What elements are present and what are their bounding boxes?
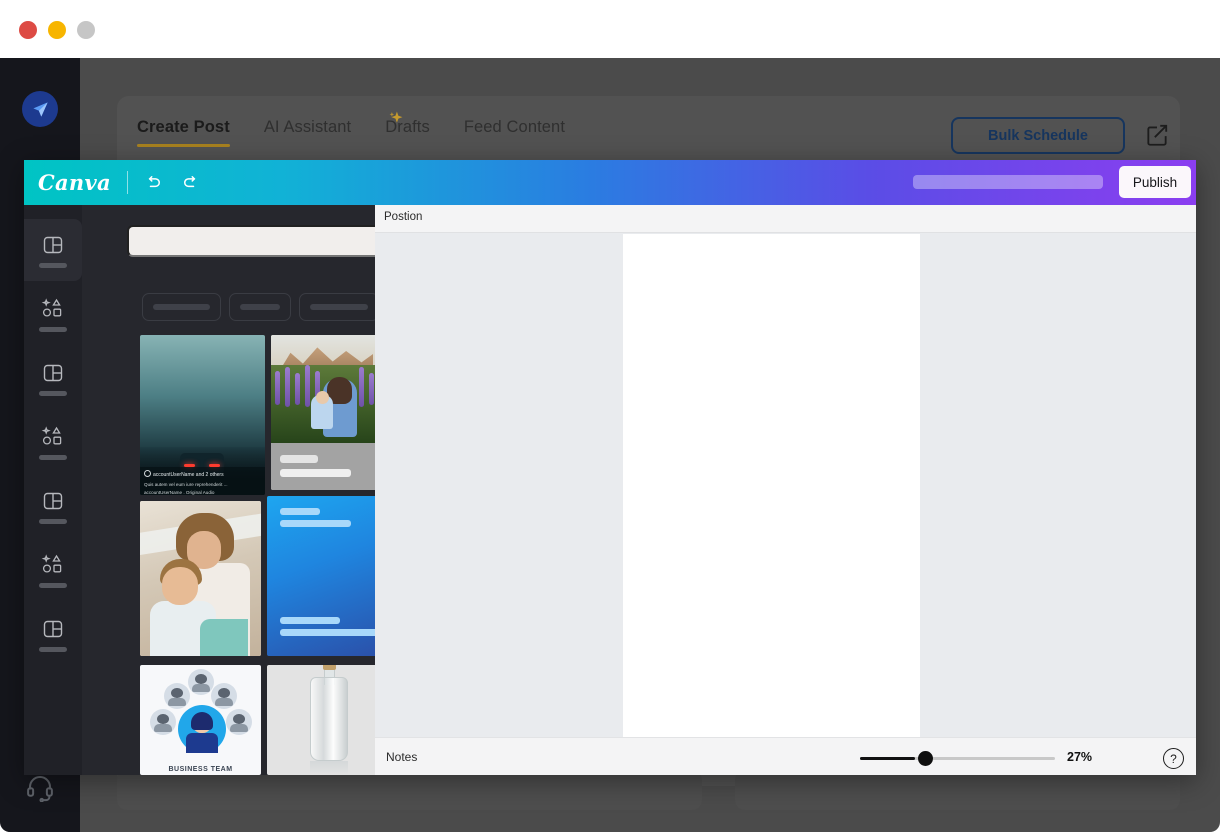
filter-chip-3[interactable] [299,293,375,321]
tab-feed-content[interactable]: Feed Content [464,118,565,147]
stage-toolbar: Postion [375,205,1196,233]
caption-line-1: accountUserName and 2 others [153,472,224,478]
bulk-schedule-button[interactable]: Bulk Schedule [951,117,1125,154]
redo-button[interactable] [181,173,201,193]
layout-grid-icon [41,617,65,641]
header-divider [127,171,128,194]
app-lower-panel-right [735,770,1180,810]
rail-item-5[interactable] [24,475,82,537]
main-avatar [178,705,226,753]
compose-button[interactable] [1144,122,1170,148]
template-card-business-team[interactable]: BUSINESS TEAM [140,665,261,775]
template-grid: accountUserName and 2 others Quis autem … [140,335,375,775]
canva-templates-panel: accountUserName and 2 others Quis autem … [82,205,375,775]
rail-label-3 [39,391,67,396]
avatar [144,470,151,477]
tab-create-post[interactable]: Create Post [137,118,230,147]
rail-label-2 [39,327,67,332]
post-caption: accountUserName and 2 others Quis autem … [140,467,265,495]
window-titlebar [0,0,1220,58]
undo-button[interactable] [143,173,163,193]
rail-label-7 [39,647,67,652]
caption-placeholder [271,443,375,490]
layout-grid-icon [41,361,65,385]
glass-bottle [310,677,348,761]
caption-line-3: accountUserName . Original Audio [144,489,261,495]
rail-item-2[interactable] [24,283,82,345]
rail-label-1 [39,263,67,268]
headset-icon [25,772,55,802]
shapes-elements-icon [41,425,65,449]
rail-item-7[interactable] [24,603,82,665]
filter-chips [142,293,375,321]
template-card-foggy-road[interactable]: accountUserName and 2 others Quis autem … [140,335,265,495]
screenshot-root: Create Post AI Assistant Drafts Feed Con… [0,0,1220,832]
position-label[interactable]: Postion [384,211,422,223]
app-tabs: Create Post AI Assistant Drafts Feed Con… [137,118,599,147]
rail-label-4 [39,455,67,460]
filter-chip-2[interactable] [229,293,291,321]
window-controls [19,21,95,39]
zoom-slider-handle[interactable] [918,751,933,766]
zoom-slider-fill [860,757,915,760]
sparkle-icon [385,108,407,130]
rail-item-3[interactable] [24,347,82,409]
paper-plane-icon [31,100,50,119]
compose-edit-icon [1144,122,1170,148]
filter-chip-1[interactable] [142,293,221,321]
os-window: Create Post AI Assistant Drafts Feed Con… [0,0,1220,832]
publish-button[interactable]: Publish [1119,166,1191,198]
rail-item-4[interactable] [24,411,82,473]
stage-footer: Notes 27% ? [375,737,1196,775]
rail-label-6 [39,583,67,588]
help-button[interactable]: ? [1163,748,1184,769]
support-button[interactable] [25,772,55,802]
canva-canvas-stage: Postion Notes 27% ? [375,205,1196,775]
tab-ai-assistant[interactable]: AI Assistant [264,118,351,147]
app-lower-panel-left [117,770,702,810]
undo-arrow-icon [143,173,163,193]
shapes-elements-icon [41,553,65,577]
design-page[interactable] [623,234,920,738]
app-logo[interactable] [22,91,58,127]
notes-button[interactable]: Notes [386,750,417,764]
template-card-lupine-field[interactable] [271,335,375,490]
close-window-button[interactable] [19,21,37,39]
layout-grid-icon [41,233,65,257]
redo-arrow-icon [181,173,201,193]
rail-item-1[interactable] [24,219,82,281]
shapes-elements-icon [41,297,65,321]
zoom-level-label: 27% [1067,750,1092,764]
rail-label-5 [39,519,67,524]
search-input[interactable] [127,225,375,257]
canva-logo[interactable]: Canva [38,170,111,195]
maximize-window-button[interactable] [77,21,95,39]
layout-grid-icon [41,489,65,513]
rail-item-6[interactable] [24,539,82,601]
template-card-beach-mother-child[interactable] [140,501,261,656]
template-card-blue-gradient[interactable] [267,496,375,656]
canva-tool-rail [24,205,82,775]
canva-editor-overlay: Canva Publish [24,160,1196,775]
caption-line-2: Quis autem vel eum iure reprehenderit ..… [144,481,261,490]
minimize-window-button[interactable] [48,21,66,39]
canva-header-placeholder [913,175,1103,189]
business-team-title: BUSINESS TEAM [140,766,261,773]
template-card-bottle[interactable] [267,665,375,775]
